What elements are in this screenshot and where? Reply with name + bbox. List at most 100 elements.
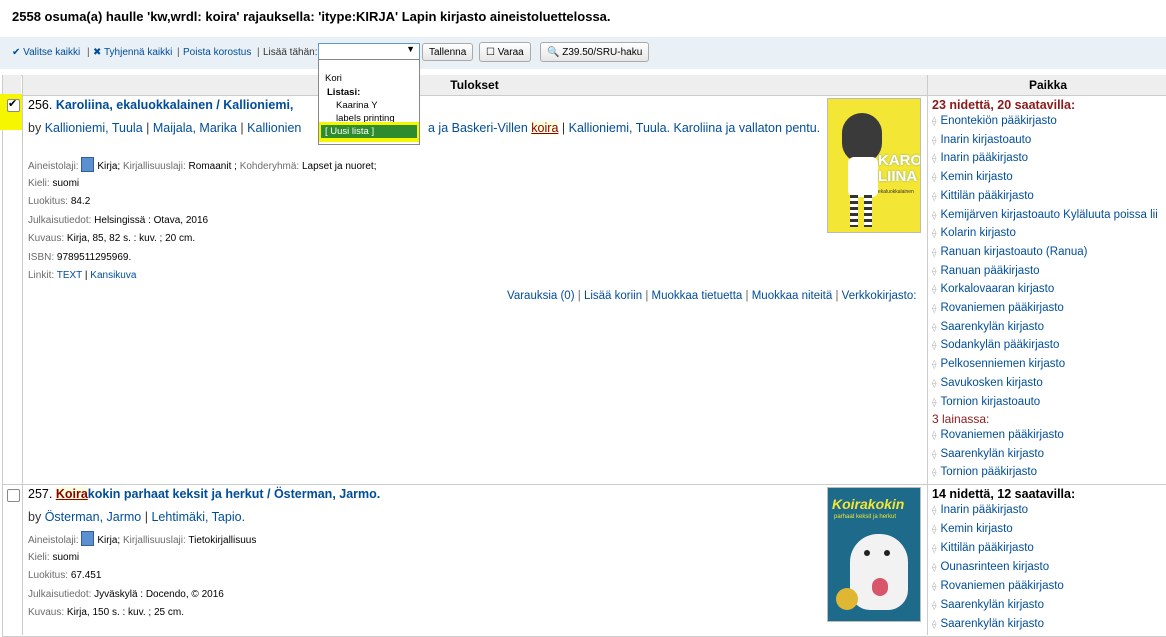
class-row: Luokitus: 84.2 (28, 196, 91, 207)
description-row: Kuvaus: Kirja, 85, 82 s. : kuv. ; 20 cm. (28, 233, 196, 244)
item-type-row: Aineistolaji: Kirja; Kirjallisuuslaji: T… (28, 531, 256, 546)
library-item[interactable]: ⟠ Saarenkylän kirjasto (932, 599, 1044, 611)
add-to-label: Lisää tähän: (263, 47, 318, 58)
remove-highlight-link[interactable]: Poista korostus (183, 47, 251, 58)
cover-link[interactable]: Kansikuva (90, 270, 136, 281)
item-icon: ⟠ (932, 246, 937, 257)
author-link[interactable]: Kallionien (247, 121, 301, 135)
library-item[interactable]: ⟠ Sodankylän pääkirjasto (932, 339, 1059, 351)
add-to-select[interactable]: ▼ (318, 43, 420, 60)
links-row: Linkit: TEXT | Kansikuva (28, 270, 137, 281)
item-icon: ⟠ (932, 377, 937, 388)
publication-row: Julkaisutiedot: Helsingissä : Otava, 201… (28, 215, 209, 226)
book-cover[interactable]: KARO LIINA ekaluokkalainen (827, 98, 921, 233)
edit-record-link[interactable]: Muokkaa tietuetta (652, 290, 743, 302)
item-icon: ⟠ (932, 303, 937, 313)
book-cover[interactable]: Koirakokin parhaat keksit ja herkut (827, 487, 921, 622)
result-checkbox[interactable] (7, 489, 20, 502)
library-item[interactable]: ⟠ Kittilän pääkirjasto (932, 190, 1034, 202)
item-icon: ⟠ (932, 153, 937, 164)
library-item[interactable]: ⟠ Ounasrinteen kirjasto (932, 561, 1049, 573)
library-item[interactable]: ⟠ Kemijärven kirjastoauto Kyläluuta poiss… (932, 209, 1158, 221)
library-item[interactable]: ⟠ Pelkosenniemen kirjasto (932, 358, 1065, 370)
library-item[interactable]: ⟠ Kemin kirjasto (932, 523, 1013, 535)
save-button[interactable]: Tallenna (422, 43, 474, 61)
library-item[interactable]: ⟠ Inarin pääkirjasto (932, 152, 1028, 164)
language-row: Kieli: suomi (28, 178, 80, 189)
library-item[interactable]: ⟠ Kemin kirjasto (932, 171, 1013, 183)
item-icon: ⟠ (932, 190, 937, 201)
item-icon: ⟠ (932, 340, 937, 351)
library-item[interactable]: ⟠ Saarenkylän kirjasto (932, 618, 1044, 630)
library-item[interactable]: ⟠ Tornion kirjastoauto (932, 396, 1040, 408)
cart-option[interactable]: Kori (325, 73, 342, 84)
opac-link[interactable]: Verkkokirjasto: (842, 290, 917, 302)
item-icon: ⟠ (932, 359, 937, 370)
book-icon (81, 531, 95, 546)
library-item[interactable]: ⟠ Ranuan pääkirjasto (932, 265, 1040, 277)
library-item[interactable]: ⟠ Rovaniemen pääkirjasto (932, 302, 1064, 314)
item-icon: ⟠ (932, 543, 937, 553)
author-link[interactable]: Österman, Jarmo (45, 510, 142, 524)
availability-summary: 23 nidettä, 20 saatavilla: (932, 98, 1076, 112)
results-heading: 2558 osuma(a) haulle 'kw,wrdl: koira' ra… (12, 9, 611, 24)
author-link[interactable]: Kallioniemi, Tuula (45, 121, 143, 135)
item-icon: ⟠ (932, 505, 937, 515)
result-title[interactable]: 257. Koirakokin parhaat keksit ja herkut… (28, 487, 380, 501)
result-title[interactable]: 256. Karoliina, ekaluokkalainen / Kallio… (28, 98, 293, 112)
clear-all-link[interactable]: ✖ Tyhjennä kaikki (93, 47, 172, 58)
library-item[interactable]: ⟠ Korkalovaaran kirjasto (932, 283, 1054, 295)
author-link[interactable]: Maijala, Marika (153, 121, 237, 135)
item-icon: ⟠ (932, 467, 937, 478)
item-icon: ⟠ (932, 172, 937, 183)
class-row: Luokitus: 67.451 (28, 570, 102, 581)
results-column-header: Tulokset (22, 75, 927, 96)
item-icon: ⟠ (932, 562, 937, 572)
item-icon: ⟠ (932, 581, 937, 591)
result-authors-tail[interactable]: a ja Baskeri-Villen koira | Kallioniemi,… (428, 121, 820, 136)
item-icon: ⟠ (932, 430, 937, 440)
add-to-cart-link[interactable]: Lisää koriin (584, 290, 642, 302)
item-icon: ⟠ (932, 600, 937, 610)
item-icon: ⟠ (932, 396, 937, 407)
item-icon: ⟠ (932, 524, 937, 534)
library-item[interactable]: ⟠ Tornion pääkirjasto (932, 466, 1037, 478)
library-item[interactable]: ⟠ Savukosken kirjasto (932, 377, 1043, 389)
library-item[interactable]: ⟠ Kittilän pääkirjasto (932, 542, 1034, 554)
library-item[interactable]: ⟠ Ranuan kirjastoauto (Ranua) (932, 246, 1087, 258)
library-item[interactable]: ⟠ Enontekiön pääkirjasto (932, 115, 1057, 127)
lists-group-label: Listasi: (327, 87, 361, 98)
author-link[interactable]: Lehtimäki, Tapio. (151, 510, 245, 524)
text-link[interactable]: TEXT (57, 270, 82, 281)
new-list-option[interactable]: [ Uusi lista ] (321, 125, 417, 138)
item-icon: ⟠ (932, 134, 937, 145)
library-item[interactable]: ⟠ Rovaniemen pääkirjasto (932, 429, 1064, 441)
library-item[interactable]: ⟠ Saarenkylän kirjasto (932, 321, 1044, 333)
item-icon: ⟠ (932, 228, 937, 239)
item-type-row: Aineistolaji: Kirja; Kirjallisuuslaji: R… (28, 157, 376, 172)
item-icon: ⟠ (932, 265, 937, 276)
isbn-row: ISBN: 9789511295969. (28, 252, 132, 263)
library-item[interactable]: ⟠ Kolarin kirjasto (932, 227, 1016, 239)
z3950-button[interactable]: 🔍 Z39.50/SRU-haku (540, 42, 650, 62)
edit-items-link[interactable]: Muokkaa niteitä (752, 290, 833, 302)
book-icon (81, 157, 95, 172)
library-item[interactable]: ⟠ Inarin pääkirjasto (932, 504, 1028, 516)
item-icon: ⟠ (932, 448, 937, 459)
result-authors: by Österman, Jarmo | Lehtimäki, Tapio. (28, 510, 246, 524)
add-to-dropdown: Kori Listasi: Kaarina Y labels printing … (318, 59, 420, 145)
result-actions: Varauksia (0) | Lisää koriin | Muokkaa t… (507, 290, 917, 302)
result-checkbox[interactable]: ✔ (7, 98, 20, 112)
library-item[interactable]: ⟠ Inarin kirjastoauto (932, 134, 1031, 146)
on-loan-label: 3 lainassa: (932, 412, 990, 426)
description-row: Kuvaus: Kirja, 150 s. : kuv. ; 25 cm. (28, 607, 185, 618)
item-icon: ⟠ (932, 321, 937, 332)
library-item[interactable]: ⟠ Rovaniemen pääkirjasto (932, 580, 1064, 592)
item-icon: ⟠ (932, 284, 937, 295)
holds-link[interactable]: Varauksia (0) (507, 290, 575, 302)
publication-row: Julkaisutiedot: Jyväskylä : Docendo, © 2… (28, 589, 224, 600)
list-option[interactable]: Kaarina Y (336, 100, 378, 111)
library-item[interactable]: ⟠ Saarenkylän kirjasto (932, 448, 1044, 460)
reserve-button[interactable]: ☐ Varaa (479, 42, 531, 62)
select-all-link[interactable]: ✔ Valitse kaikki (12, 47, 80, 58)
